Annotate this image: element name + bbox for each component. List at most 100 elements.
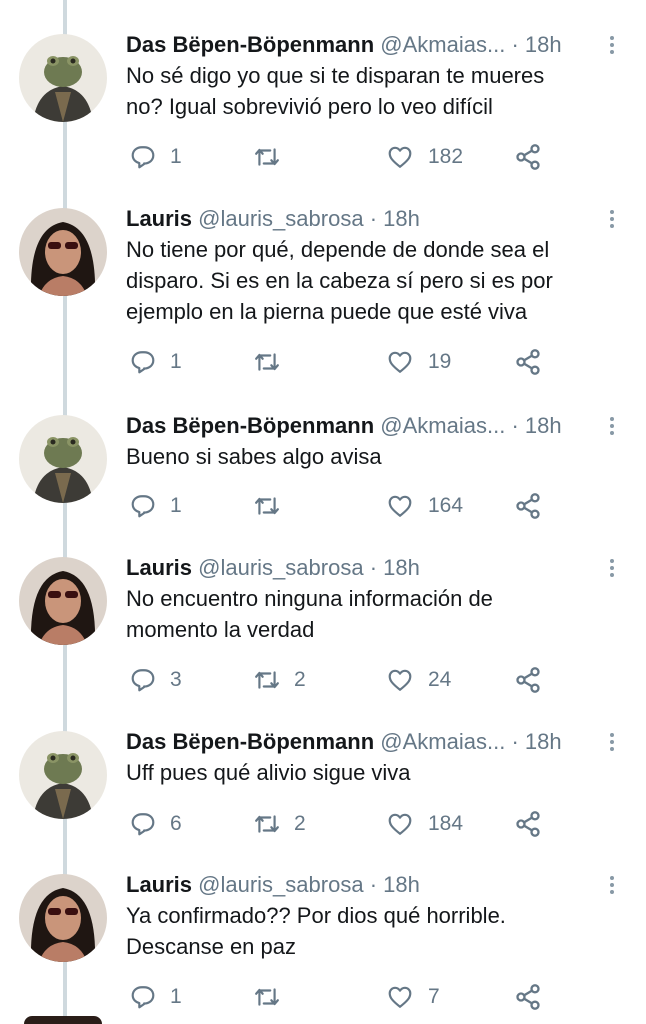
- more-options-icon[interactable]: [604, 874, 620, 896]
- share-button[interactable]: [514, 491, 542, 521]
- tweet-text-line: no? Igual sobrevivió pero lo veo difícil: [126, 94, 493, 119]
- tweet-header: Das Bëpen-Böpenmann @Akmaias... · 18h: [126, 411, 562, 441]
- reply-button[interactable]: 1: [130, 491, 182, 521]
- tweet-text: Bueno si sabes algo avisa: [126, 441, 606, 472]
- like-count: 7: [428, 985, 440, 1008]
- retweet-button[interactable]: [254, 982, 294, 1012]
- share-button[interactable]: [514, 665, 542, 695]
- like-button[interactable]: 182: [386, 142, 463, 172]
- timestamp[interactable]: · 18h: [370, 872, 420, 897]
- share-icon: [516, 493, 540, 519]
- user-avatar[interactable]: [19, 731, 107, 819]
- share-button[interactable]: [514, 982, 542, 1012]
- like-button[interactable]: 7: [386, 982, 440, 1012]
- heart-icon: [388, 495, 412, 517]
- heart-icon: [388, 669, 412, 691]
- heart-icon: [388, 813, 412, 835]
- share-button[interactable]: [514, 142, 542, 172]
- display-name[interactable]: Das Bëpen-Böpenmann: [126, 729, 374, 754]
- tweet-text-line: Descanse en paz: [126, 934, 296, 959]
- retweet-button[interactable]: [254, 347, 294, 377]
- reply-button[interactable]: 1: [130, 347, 182, 377]
- retweet-button[interactable]: 2: [254, 665, 306, 695]
- user-handle[interactable]: @Akmaias...: [380, 729, 505, 754]
- reply-count: 1: [170, 985, 182, 1008]
- like-count: 24: [428, 668, 452, 691]
- user-handle[interactable]: @lauris_sabrosa: [198, 555, 363, 580]
- reply-icon: [131, 495, 155, 518]
- display-name[interactable]: Das Bëpen-Böpenmann: [126, 32, 374, 57]
- retweet-icon: [255, 353, 279, 371]
- timestamp[interactable]: · 18h: [370, 555, 420, 580]
- reply-button[interactable]: 1: [130, 142, 182, 172]
- user-handle[interactable]: @Akmaias...: [380, 32, 505, 57]
- share-icon: [516, 667, 540, 693]
- frog-avatar: [19, 731, 107, 819]
- like-button[interactable]: 164: [386, 491, 463, 521]
- woman-sunglasses-avatar: [19, 557, 107, 645]
- tweet-text-line: disparo. Si es en la cabeza sí pero si e…: [126, 268, 553, 293]
- tweet-text: No encuentro ninguna información de mome…: [126, 583, 606, 645]
- retweet-button[interactable]: 2: [254, 809, 306, 839]
- more-options-icon[interactable]: [604, 208, 620, 230]
- retweet-icon: [255, 148, 279, 166]
- heart-icon: [388, 351, 412, 373]
- more-options-icon[interactable]: [604, 415, 620, 437]
- like-button[interactable]: 184: [386, 809, 463, 839]
- like-count: 182: [428, 145, 464, 168]
- user-handle[interactable]: @Akmaias...: [380, 413, 505, 438]
- display-name[interactable]: Lauris: [126, 872, 192, 897]
- retweet-button[interactable]: [254, 142, 294, 172]
- like-button[interactable]: 19: [386, 347, 451, 377]
- user-avatar[interactable]: [19, 874, 107, 962]
- reply-icon: [131, 351, 155, 374]
- reply-count: 3: [170, 668, 182, 691]
- share-button[interactable]: [514, 347, 542, 377]
- display-name[interactable]: Lauris: [126, 206, 192, 231]
- user-avatar[interactable]: [19, 34, 107, 122]
- like-count: 184: [428, 812, 464, 835]
- user-avatar[interactable]: [19, 557, 107, 645]
- woman-sunglasses-avatar: [19, 874, 107, 962]
- reply-icon: [131, 146, 155, 169]
- display-name[interactable]: Das Bëpen-Böpenmann: [126, 413, 374, 438]
- timestamp[interactable]: · 18h: [511, 729, 561, 754]
- timestamp[interactable]: · 18h: [511, 32, 561, 57]
- tweet-text-line: ejemplo en la pierna puede que esté viva: [126, 299, 528, 324]
- more-options-icon[interactable]: [604, 557, 620, 579]
- tweet-actions: 1 19: [126, 347, 556, 377]
- retweet-icon: [255, 988, 279, 1006]
- user-avatar[interactable]: [19, 208, 107, 296]
- tweet-text-line: momento la verdad: [126, 617, 315, 642]
- user-handle[interactable]: @lauris_sabrosa: [198, 206, 363, 231]
- more-options-icon[interactable]: [604, 34, 620, 56]
- retweet-icon: [255, 497, 279, 515]
- reply-button[interactable]: 1: [130, 982, 182, 1012]
- heart-icon: [388, 986, 412, 1008]
- timestamp[interactable]: · 18h: [511, 413, 561, 438]
- display-name[interactable]: Lauris: [126, 555, 192, 580]
- user-avatar[interactable]: [19, 415, 107, 503]
- like-button[interactable]: 24: [386, 665, 451, 695]
- tweet-text-line: Bueno si sabes algo avisa: [126, 444, 382, 469]
- reply-button[interactable]: 3: [130, 665, 182, 695]
- tweet-text: No tiene por qué, depende de donde sea e…: [126, 234, 606, 327]
- heart-icon: [388, 146, 412, 168]
- more-options-icon[interactable]: [604, 731, 620, 753]
- tweet-text-line: No encuentro ninguna información de: [126, 586, 493, 611]
- timestamp[interactable]: · 18h: [370, 206, 420, 231]
- reply-count: 1: [170, 494, 182, 517]
- tweet-header: Das Bëpen-Böpenmann @Akmaias... · 18h: [126, 727, 562, 757]
- retweet-icon: [255, 671, 279, 689]
- user-avatar: [24, 1016, 102, 1024]
- reply-icon: [131, 669, 155, 692]
- retweet-button[interactable]: [254, 491, 294, 521]
- user-handle[interactable]: @lauris_sabrosa: [198, 872, 363, 897]
- reply-button[interactable]: 6: [130, 809, 182, 839]
- frog-avatar: [19, 34, 107, 122]
- thread-line: [63, 0, 67, 1024]
- tweet-text: Uff pues qué alivio sigue viva: [126, 757, 606, 788]
- share-button[interactable]: [514, 809, 542, 839]
- tweet-header: Lauris @lauris_sabrosa · 18h: [126, 553, 420, 583]
- share-icon: [516, 144, 540, 170]
